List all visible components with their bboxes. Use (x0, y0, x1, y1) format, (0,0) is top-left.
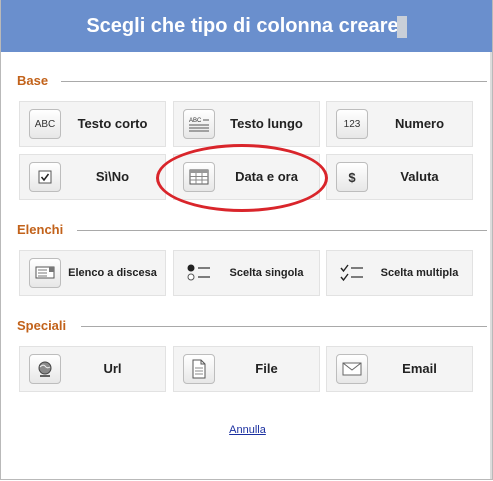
section-label-elenchi: Elenchi (17, 222, 64, 237)
tile-file[interactable]: File (173, 346, 320, 392)
tile-label: Numero (394, 116, 445, 131)
tile-scelta-singola[interactable]: Scelta singola (173, 250, 320, 296)
tile-valuta[interactable]: $ Valuta (326, 154, 473, 200)
envelope-icon (336, 354, 368, 384)
tile-testo-lungo[interactable]: ABC Testo lungo (173, 101, 320, 147)
long-text-icon: ABC (183, 109, 215, 139)
tile-label: File (255, 361, 278, 376)
globe-icon (29, 354, 61, 384)
tile-si-no[interactable]: Sì\No (19, 154, 166, 200)
tile-label: Sì\No (95, 169, 130, 184)
tile-testo-corto[interactable]: ABC Testo corto (19, 101, 166, 147)
tile-label: Email (402, 361, 437, 376)
cancel-link[interactable]: Annulla (229, 424, 266, 436)
checkbox-icon (29, 162, 61, 192)
tile-label: Url (103, 361, 122, 376)
tile-label: Scelta singola (229, 267, 304, 279)
calendar-icon (183, 162, 215, 192)
section-divider-elenchi (77, 230, 487, 231)
currency-icon: $ (336, 162, 368, 192)
tile-label: Testo lungo (230, 116, 303, 131)
dialog-title-text: Scegli che tipo di colonna creare (86, 15, 399, 37)
svg-text:ABC: ABC (189, 118, 202, 124)
short-text-icon: ABC (29, 109, 61, 139)
tile-label: Elenco a discesa (68, 267, 157, 279)
column-type-dialog: Scegli che tipo di colonna creare Base A… (0, 0, 493, 480)
tile-label: Data e ora (235, 169, 298, 184)
number-icon-text: 123 (343, 118, 361, 130)
tile-email[interactable]: Email (326, 346, 473, 392)
tile-url[interactable]: Url (19, 346, 166, 392)
tile-label: Testo corto (77, 116, 148, 131)
document-icon (183, 354, 215, 384)
number-icon: 123 (336, 109, 368, 139)
dialog-title: Scegli che tipo di colonna creare (1, 0, 492, 52)
section-label-base: Base (17, 73, 49, 88)
tile-label: Scelta multipla (380, 267, 459, 279)
checklist-icon (336, 258, 368, 288)
section-divider-speciali (81, 326, 487, 327)
cancel-row: Annulla (1, 424, 493, 436)
scrollbar[interactable] (490, 52, 492, 479)
dropdown-list-icon (29, 258, 61, 288)
tile-label: Valuta (400, 169, 439, 184)
short-text-icon-text: ABC (34, 118, 56, 130)
currency-icon-text: $ (348, 169, 356, 185)
radio-list-icon (183, 258, 215, 288)
tile-data-e-ora[interactable]: Data e ora (173, 154, 320, 200)
tile-numero[interactable]: 123 Numero (326, 101, 473, 147)
tile-elenco-a-discesa[interactable]: Elenco a discesa (19, 250, 166, 296)
text-caret (396, 15, 407, 38)
tile-scelta-multipla[interactable]: Scelta multipla (326, 250, 473, 296)
section-divider-base (61, 81, 487, 82)
section-label-speciali: Speciali (17, 318, 67, 333)
